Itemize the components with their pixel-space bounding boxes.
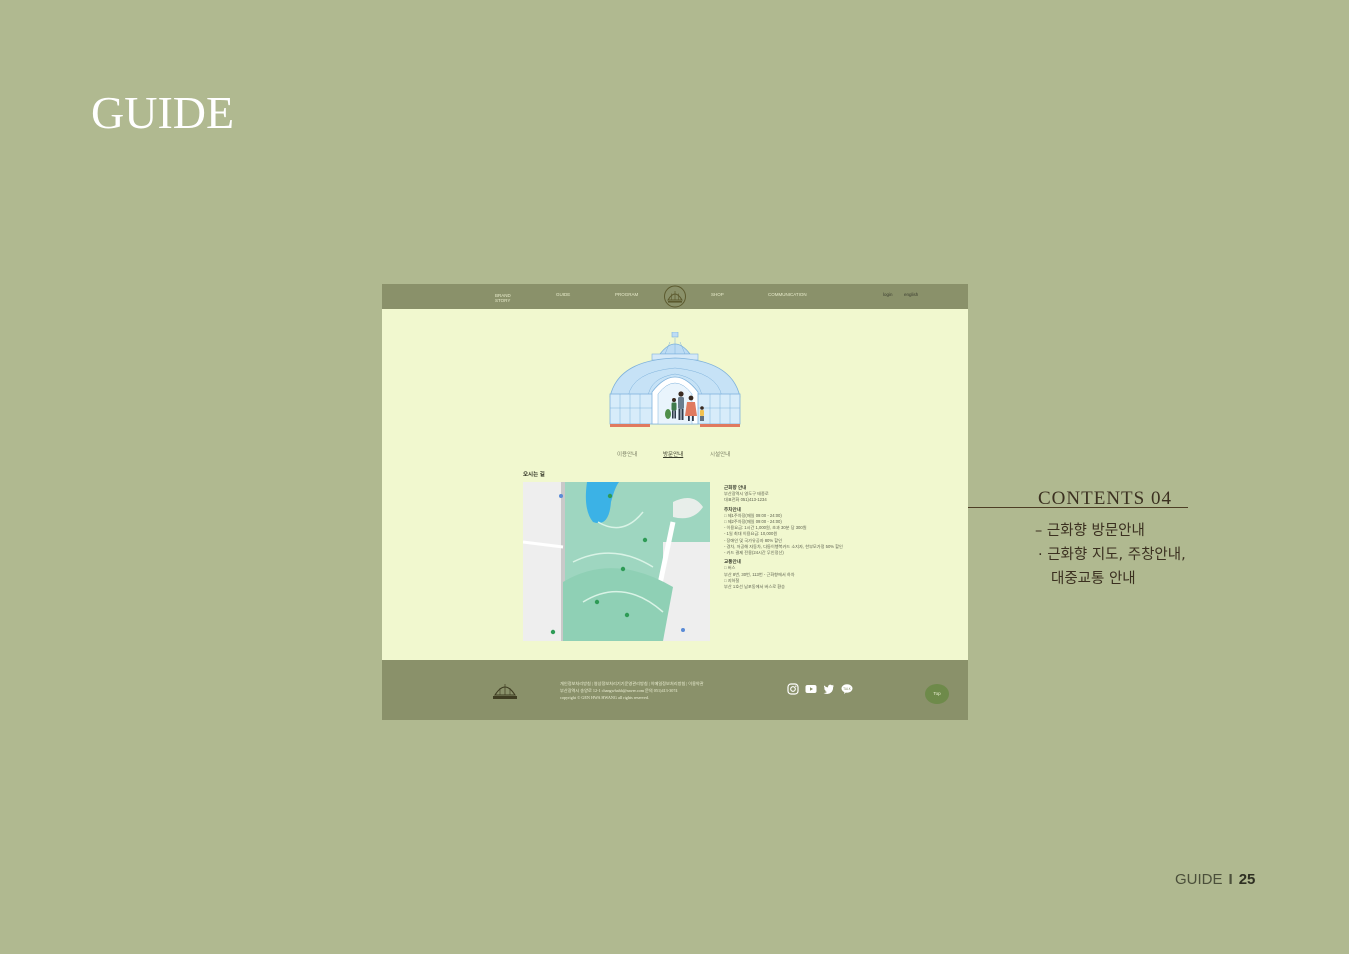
contents-item: – 근화향 방문안내 (1035, 523, 1145, 539)
mockup-nav-bar: BRAND STORY GUIDE PROGRAM SHOP COMMUNICA… (382, 284, 968, 309)
tab-usage-guide[interactable]: 이용안내 (617, 450, 637, 458)
nav-item-program[interactable]: PROGRAM (615, 292, 638, 298)
transit-line: 부산 1호선 남포동에서 버스로 환승 (724, 584, 785, 590)
scroll-top-button[interactable]: Top (925, 684, 949, 704)
nav-login-link[interactable]: login (883, 292, 893, 298)
page-number: 25 (1238, 871, 1256, 888)
tab-visit-guide[interactable]: 방문안내 (663, 450, 683, 458)
phone-text: 대표전화 051)413-1234 (724, 497, 767, 503)
nav-item-communication[interactable]: COMMUNICATION (768, 292, 807, 298)
footer-section-label: GUIDE (1175, 871, 1223, 888)
nav-item-shop[interactable]: SHOP (711, 292, 724, 298)
parking-line: - 카드 결제 전용(24시간 무인정산) (724, 550, 784, 556)
contents-item: · 근화향 지도, 주창안내, (1038, 547, 1186, 563)
page-title: GUIDE (91, 87, 235, 138)
nav-item-brand-story[interactable]: BRAND STORY (495, 293, 511, 303)
directions-heading: 오시는 길 (523, 472, 545, 478)
footer-logo-icon (491, 678, 519, 702)
nav-item-guide[interactable]: GUIDE (556, 292, 570, 298)
tab-facility-guide[interactable]: 시설안내 (710, 450, 730, 458)
greenhouse-logo-icon[interactable] (663, 285, 687, 308)
contents-item: 대중교통 안내 (1051, 571, 1136, 587)
website-mockup: BRAND STORY GUIDE PROGRAM SHOP COMMUNICA… (382, 284, 968, 720)
location-map[interactable] (523, 482, 710, 641)
greenhouse-illustration (608, 331, 742, 430)
youtube-icon[interactable] (805, 682, 817, 694)
nav-english-link[interactable]: english (904, 292, 918, 298)
twitter-icon[interactable] (823, 682, 835, 694)
instagram-icon[interactable] (787, 682, 799, 695)
footer-separator: I (1228, 871, 1233, 888)
contents-divider (968, 507, 1188, 508)
footer-links[interactable]: 개인정보처리방침 | 영상정보처리기기운영관리방침 | 이메일정보처리방침 | … (560, 680, 704, 687)
footer-copyright: copyright © GEN HWA HWANG all rights res… (560, 695, 650, 700)
page-footer: GUIDE I 25 (1175, 871, 1255, 888)
footer-info: 개인정보처리방침 | 영상정보처리기기운영관리방침 | 이메일정보처리방침 | … (560, 680, 704, 701)
footer-address: 부산광역시 송양로 12-1 changwhahh@naver.com 문의 0… (560, 688, 678, 693)
visit-info-panel: 근화향 안내 부산광역시 영도구 태종로 대표전화 051)413-1234 주… (724, 485, 924, 590)
mockup-footer: 개인정보처리방침 | 영상정보처리기기운영관리방침 | 이메일정보처리방침 | … (382, 660, 968, 720)
kakaotalk-icon[interactable]: TALK (841, 682, 853, 694)
visit-subtabs: 이용안내 방문안내 시설안내 (382, 450, 968, 460)
svg-text:TALK: TALK (843, 687, 852, 691)
